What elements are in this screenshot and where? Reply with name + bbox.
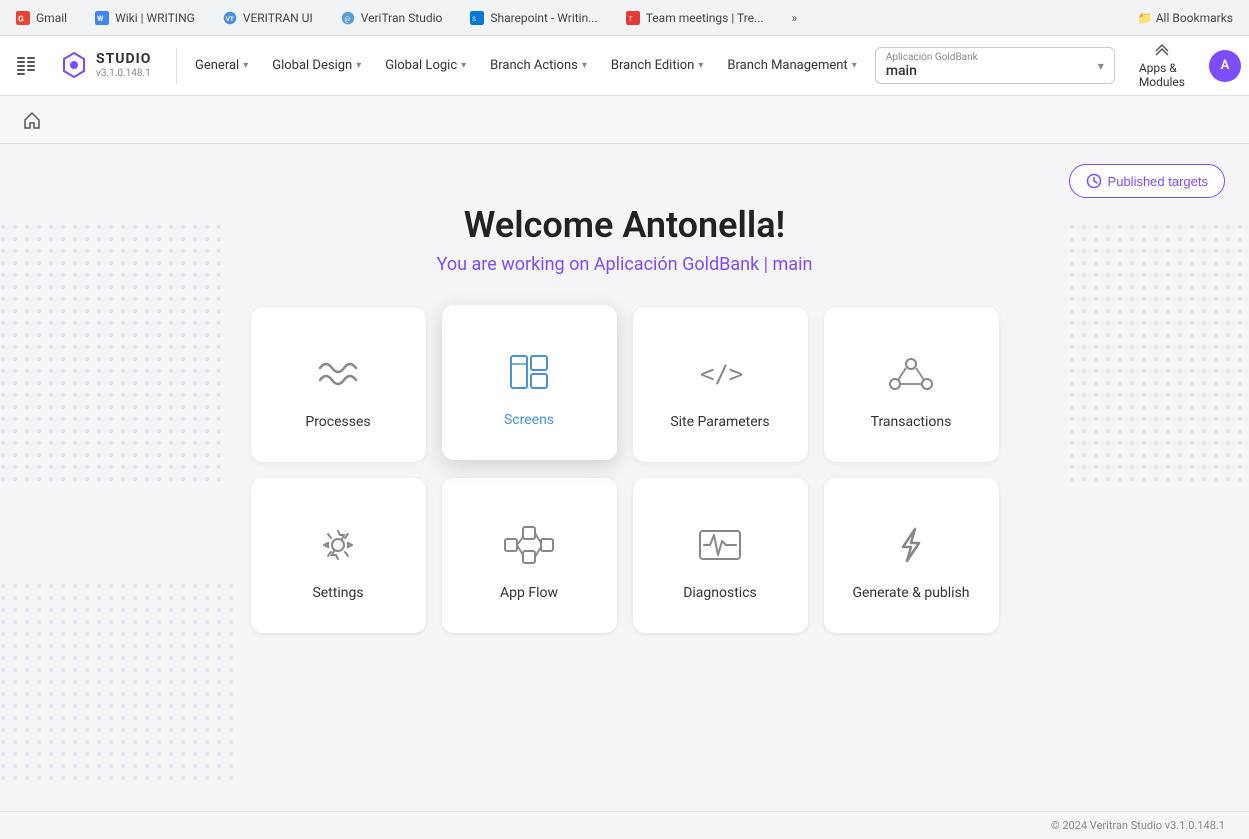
- generate-publish-icon: [885, 519, 937, 571]
- processes-label: Processes: [305, 414, 370, 430]
- chevron-down-icon: ▾: [698, 60, 703, 71]
- svg-text:VT: VT: [226, 14, 234, 22]
- chevron-down-icon: ▾: [582, 60, 587, 71]
- expand-icon: [1154, 43, 1170, 59]
- generate-publish-label: Generate & publish: [852, 585, 969, 601]
- studio-logo[interactable]: STUDIO v3.1.0.148.1: [48, 51, 168, 80]
- chevron-down-icon: ▾: [852, 60, 857, 71]
- svg-text:W: W: [97, 14, 104, 22]
- settings-icon: [312, 519, 364, 571]
- menu-global-logic[interactable]: Global Logic ▾: [375, 50, 476, 81]
- site-parameters-label: Site Parameters: [670, 414, 769, 430]
- dot-pattern-top-right: [1069, 224, 1249, 484]
- studio-version: v3.1.0.148.1: [96, 68, 151, 80]
- app-selector-chevron-icon: ▾: [1098, 59, 1104, 73]
- apps-grid-button[interactable]: [8, 48, 44, 84]
- settings-label: Settings: [312, 585, 363, 601]
- screens-label: Screens: [504, 412, 554, 428]
- menu-general[interactable]: General ▾: [185, 50, 258, 81]
- dot-pattern-bottom-left: [0, 583, 240, 783]
- app-toolbar: STUDIO v3.1.0.148.1 General ▾ Global Des…: [0, 36, 1249, 96]
- chevron-down-icon: ▾: [356, 60, 361, 71]
- tab-sharepoint[interactable]: S Sharepoint - Writin...: [462, 7, 605, 29]
- card-site-parameters[interactable]: </> Site Parameters: [633, 307, 808, 462]
- app-flow-label: App Flow: [500, 585, 558, 601]
- menu-branch-edition[interactable]: Branch Edition ▾: [601, 50, 714, 81]
- card-processes[interactable]: Processes: [251, 307, 426, 462]
- apps-modules-label: Apps &Modules: [1139, 61, 1185, 89]
- svg-text:S: S: [472, 14, 476, 22]
- menu-branch-actions[interactable]: Branch Actions ▾: [480, 50, 597, 81]
- card-screens[interactable]: Screens: [442, 305, 617, 460]
- studio-title: STUDIO: [96, 51, 151, 68]
- welcome-title: Welcome Antonella!: [437, 204, 813, 246]
- all-bookmarks-button[interactable]: 📁 All Bookmarks: [1130, 7, 1241, 29]
- user-avatar[interactable]: A: [1209, 50, 1241, 82]
- copyright-label: © 2024 Veritran Studio v3.1.0.148.1: [1051, 819, 1225, 832]
- cards-grid: Processes Screens </>: [251, 307, 999, 633]
- site-parameters-icon: </>: [694, 348, 746, 400]
- more-tabs-button[interactable]: »: [784, 7, 806, 29]
- app-flow-icon: [503, 519, 555, 571]
- svg-text:</>: </>: [700, 360, 743, 388]
- transactions-icon: [885, 348, 937, 400]
- card-settings[interactable]: Settings: [251, 478, 426, 633]
- footer: © 2024 Veritran Studio v3.1.0.148.1: [0, 811, 1249, 839]
- apps-modules-button[interactable]: Apps &Modules: [1127, 37, 1197, 95]
- chevron-down-icon: ▾: [461, 60, 466, 71]
- secondary-toolbar: [0, 96, 1249, 144]
- screens-icon: [503, 346, 555, 398]
- dot-pattern-top-left: [0, 224, 220, 484]
- card-transactions[interactable]: Transactions: [824, 307, 999, 462]
- home-button[interactable]: [16, 104, 48, 136]
- clock-icon: [1086, 173, 1102, 189]
- welcome-section: Welcome Antonella! You are working on Ap…: [437, 204, 813, 275]
- card-diagnostics[interactable]: Diagnostics: [633, 478, 808, 633]
- browser-tab-bar: G Gmail W Wiki | WRITING VT VERITRAN UI …: [0, 0, 1249, 36]
- transactions-label: Transactions: [871, 414, 952, 430]
- app-selector[interactable]: Aplicación GoldBank main ▾: [875, 47, 1115, 84]
- diagnostics-icon: [694, 519, 746, 571]
- bookmarks-icon: 📁: [1138, 11, 1153, 25]
- welcome-subtitle: You are working on Aplicación GoldBank |…: [437, 254, 813, 275]
- menu-global-design[interactable]: Global Design ▾: [262, 50, 371, 81]
- processes-icon: [312, 348, 364, 400]
- app-name-label: Aplicación GoldBank: [886, 52, 1090, 63]
- svg-text:T: T: [629, 14, 633, 22]
- branch-name-label: main: [886, 63, 1090, 79]
- tab-team-meetings[interactable]: T Team meetings | Tre...: [618, 7, 772, 29]
- card-app-flow[interactable]: App Flow: [442, 478, 617, 633]
- card-generate-publish[interactable]: Generate & publish: [824, 478, 999, 633]
- tab-gmail[interactable]: G Gmail: [8, 7, 75, 29]
- svg-text:@: @: [344, 14, 350, 22]
- tab-wiki[interactable]: W Wiki | WRITING: [87, 7, 203, 29]
- main-content: Published targets Welcome Antonella! You…: [0, 144, 1249, 811]
- diagnostics-label: Diagnostics: [683, 585, 757, 601]
- published-targets-button[interactable]: Published targets: [1069, 164, 1225, 198]
- tab-veritran-ui[interactable]: VT VERITRAN UI: [215, 7, 321, 29]
- svg-text:G: G: [18, 14, 24, 24]
- menu-branch-management[interactable]: Branch Management ▾: [717, 50, 866, 81]
- toolbar-divider-1: [176, 48, 177, 84]
- chevron-down-icon: ▾: [243, 60, 248, 71]
- home-icon: [22, 110, 42, 130]
- tab-veritran-studio[interactable]: @ VeriTran Studio: [333, 7, 451, 29]
- studio-logo-icon: [60, 51, 88, 79]
- grid-icon: [17, 57, 35, 75]
